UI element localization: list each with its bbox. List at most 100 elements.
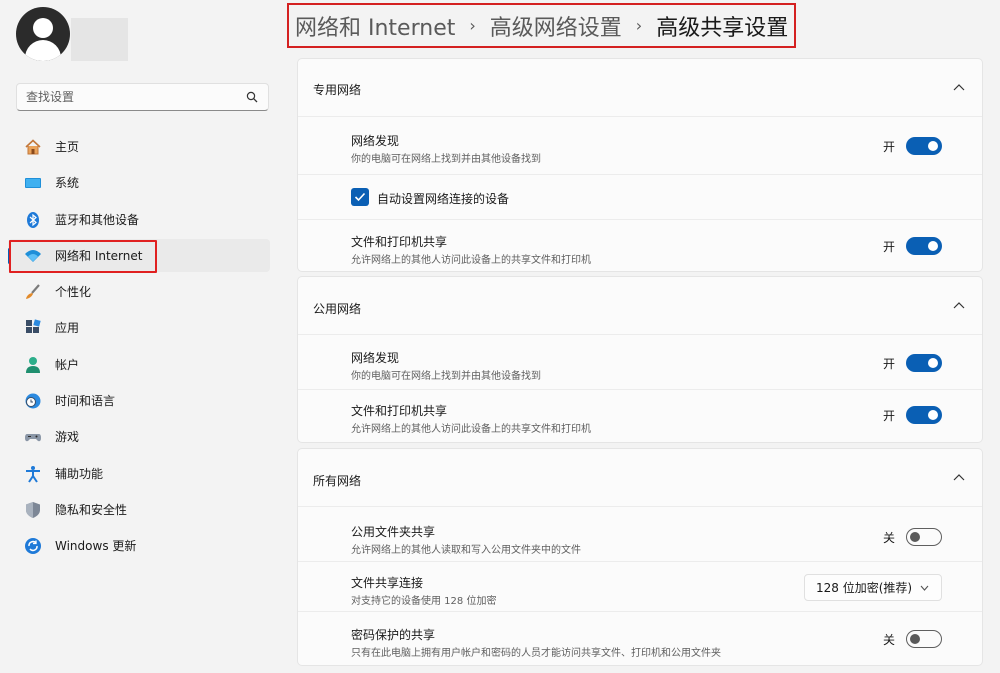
setting-row-file-printer-sharing: 文件和打印机共享 允许网络上的其他人访问此设备上的共享文件和打印机 开 (298, 220, 982, 273)
nav-item-home[interactable]: 主页 (8, 130, 270, 163)
breadcrumb: 网络和 Internet › 高级网络设置 › 高级共享设置 (287, 3, 797, 48)
nav-item-network[interactable]: 网络和 Internet (8, 238, 270, 272)
page-title: 高级共享设置 (656, 15, 789, 41)
bluetooth-icon (24, 211, 42, 229)
nav-label: 辅助功能 (55, 466, 104, 481)
toggle-state-label: 关 (882, 632, 895, 647)
setting-description: 允许网络上的其他人访问此设备上的共享文件和打印机 (351, 255, 591, 266)
toggle-state-label: 开 (882, 356, 895, 371)
chevron-up-icon[interactable] (953, 473, 965, 481)
system-icon (24, 174, 42, 192)
toggle-state-label: 开 (882, 239, 895, 254)
brush-icon (24, 283, 42, 301)
section-header[interactable]: 所有网络 (298, 449, 982, 507)
setting-row-file-sharing-connections: 文件共享连接 对支持它的设备使用 128 位加密 128 位加密(推荐) (298, 562, 982, 612)
home-icon (24, 138, 42, 156)
toggle-group: 开 (883, 354, 942, 372)
checkmark-icon (354, 192, 366, 202)
setting-description: 对支持它的设备使用 128 位加密 (351, 596, 497, 607)
setting-row-file-printer-sharing: 文件和打印机共享 允许网络上的其他人访问此设备上的共享文件和打印机 开 (298, 390, 982, 442)
setting-title: 网络发现 (351, 134, 400, 148)
encryption-dropdown[interactable]: 128 位加密(推荐) (804, 574, 942, 601)
network-discovery-toggle[interactable] (906, 137, 942, 155)
nav-item-gaming[interactable]: 游戏 (8, 420, 270, 453)
section-public-network: 公用网络 网络发现 你的电脑可在网络上找到并由其他设备找到 开 文件和打印机共享… (297, 276, 983, 443)
user-avatar[interactable] (16, 7, 70, 61)
nav-item-personalization[interactable]: 个性化 (8, 275, 270, 308)
breadcrumb-separator: › (635, 16, 643, 35)
toggle-group: 开 (883, 137, 942, 155)
dropdown-value: 128 位加密(推荐) (816, 581, 913, 595)
password-protected-sharing-toggle[interactable] (906, 630, 942, 648)
nav-item-system[interactable]: 系统 (8, 166, 270, 199)
section-private-network: 专用网络 网络发现 你的电脑可在网络上找到并由其他设备找到 开 自动设置网络连接… (297, 58, 983, 272)
nav-item-privacy[interactable]: 隐私和安全性 (8, 493, 270, 526)
search-input[interactable] (17, 84, 227, 110)
toggle-group: 关 (883, 630, 942, 648)
public-folder-sharing-toggle[interactable] (906, 528, 942, 546)
shield-icon (24, 501, 42, 519)
setting-row-network-discovery: 网络发现 你的电脑可在网络上找到并由其他设备找到 开 (298, 335, 982, 390)
file-printer-sharing-toggle[interactable] (906, 406, 942, 424)
nav-label: 个性化 (55, 285, 92, 300)
user-name-redacted (71, 18, 128, 61)
section-all-networks: 所有网络 公用文件夹共享 允许网络上的其他人读取和写入公用文件夹中的文件 关 文… (297, 448, 983, 666)
accessibility-icon (24, 465, 42, 483)
section-title: 公用网络 (313, 302, 362, 316)
file-printer-sharing-toggle[interactable] (906, 237, 942, 255)
setting-description: 只有在此电脑上拥有用户帐户和密码的人员才能访问共享文件、打印机和公用文件夹 (351, 648, 721, 659)
nav-label: 应用 (55, 321, 80, 336)
setting-description: 你的电脑可在网络上找到并由其他设备找到 (351, 154, 541, 165)
section-header[interactable]: 专用网络 (298, 59, 982, 117)
nav-label: 蓝牙和其他设备 (55, 212, 140, 227)
toggle-state-label: 开 (882, 139, 895, 154)
gamepad-icon (24, 428, 42, 446)
setting-description: 允许网络上的其他人读取和写入公用文件夹中的文件 (351, 545, 581, 556)
breadcrumb-item-advanced-network[interactable]: 高级网络设置 (490, 10, 622, 42)
chevron-up-icon[interactable] (953, 83, 965, 91)
setting-title: 文件和打印机共享 (351, 235, 448, 249)
nav-label: 帐户 (55, 357, 80, 372)
nav-item-windows-update[interactable]: Windows 更新 (8, 529, 270, 562)
nav-item-accessibility[interactable]: 辅助功能 (8, 457, 270, 490)
network-discovery-toggle[interactable] (906, 354, 942, 372)
setting-description: 你的电脑可在网络上找到并由其他设备找到 (351, 371, 541, 382)
nav-label: 时间和语言 (55, 394, 116, 409)
setting-row-password-protected-sharing: 密码保护的共享 只有在此电脑上拥有用户帐户和密码的人员才能访问共享文件、打印机和… (298, 612, 982, 665)
toggle-group: 开 (883, 406, 942, 424)
setting-title: 公用文件夹共享 (351, 525, 436, 539)
nav-label: 主页 (55, 140, 80, 154)
chevron-down-icon (920, 585, 929, 591)
sidebar: 主页 系统 蓝牙和其他设备 网络和 Internet 个性化 (0, 0, 280, 673)
nav-label: 隐私和安全性 (55, 502, 128, 517)
update-icon (24, 537, 42, 555)
active-indicator (8, 247, 11, 264)
auto-setup-checkbox[interactable] (351, 188, 369, 206)
account-icon (24, 356, 42, 374)
setting-description: 允许网络上的其他人访问此设备上的共享文件和打印机 (351, 424, 591, 435)
checkbox-label[interactable]: 自动设置网络连接的设备 (377, 190, 509, 207)
toggle-group: 开 (883, 237, 942, 255)
setting-title: 密码保护的共享 (351, 628, 436, 642)
setting-row-auto-setup: 自动设置网络连接的设备 (298, 175, 982, 220)
nav-item-apps[interactable]: 应用 (8, 311, 270, 344)
breadcrumb-item-network[interactable]: 网络和 Internet (295, 10, 455, 42)
section-header[interactable]: 公用网络 (298, 277, 982, 335)
nav-item-bluetooth[interactable]: 蓝牙和其他设备 (8, 203, 270, 236)
search-box[interactable] (16, 83, 269, 111)
nav-item-time-language[interactable]: 时间和语言 (8, 384, 270, 417)
wifi-icon (24, 247, 42, 265)
nav-list: 主页 系统 蓝牙和其他设备 网络和 Internet 个性化 应用 帐户 时间和… (8, 130, 270, 566)
toggle-state-label: 开 (882, 408, 895, 423)
nav-label: Windows 更新 (55, 539, 137, 554)
nav-item-accounts[interactable]: 帐户 (8, 348, 270, 381)
chevron-up-icon[interactable] (953, 301, 965, 309)
setting-row-network-discovery: 网络发现 你的电脑可在网络上找到并由其他设备找到 开 (298, 117, 982, 175)
setting-title: 文件和打印机共享 (351, 404, 448, 418)
search-icon[interactable] (246, 91, 258, 103)
clock-globe-icon (24, 392, 42, 410)
breadcrumb-separator: › (469, 16, 476, 35)
nav-label: 游戏 (55, 430, 80, 445)
setting-title: 网络发现 (351, 351, 400, 365)
setting-row-public-folder-sharing: 公用文件夹共享 允许网络上的其他人读取和写入公用文件夹中的文件 关 (298, 507, 982, 562)
